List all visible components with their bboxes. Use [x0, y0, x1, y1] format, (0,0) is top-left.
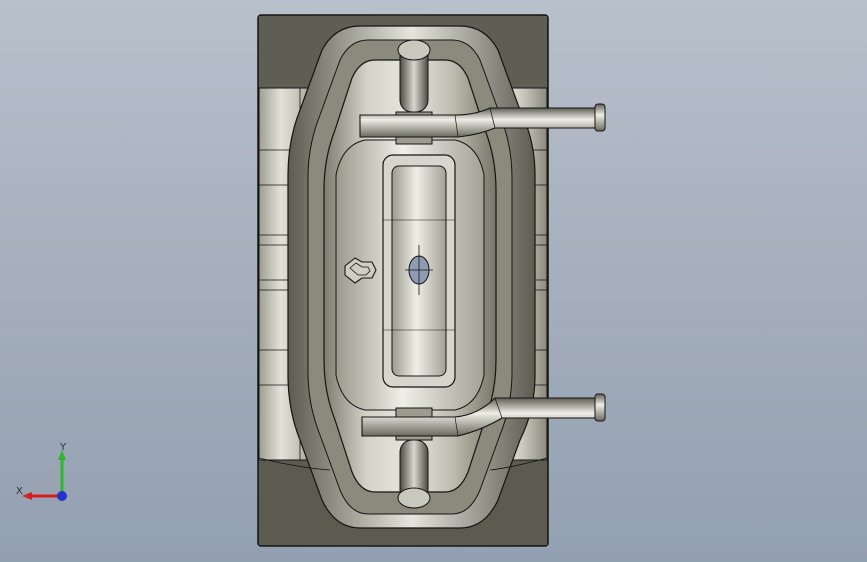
- y-axis-label: Y: [60, 442, 67, 453]
- coordinate-triad: X Y: [14, 440, 74, 510]
- graphics-viewport[interactable]: X Y: [0, 0, 867, 562]
- x-axis-label: X: [16, 486, 23, 497]
- mold-model[interactable]: [0, 0, 867, 562]
